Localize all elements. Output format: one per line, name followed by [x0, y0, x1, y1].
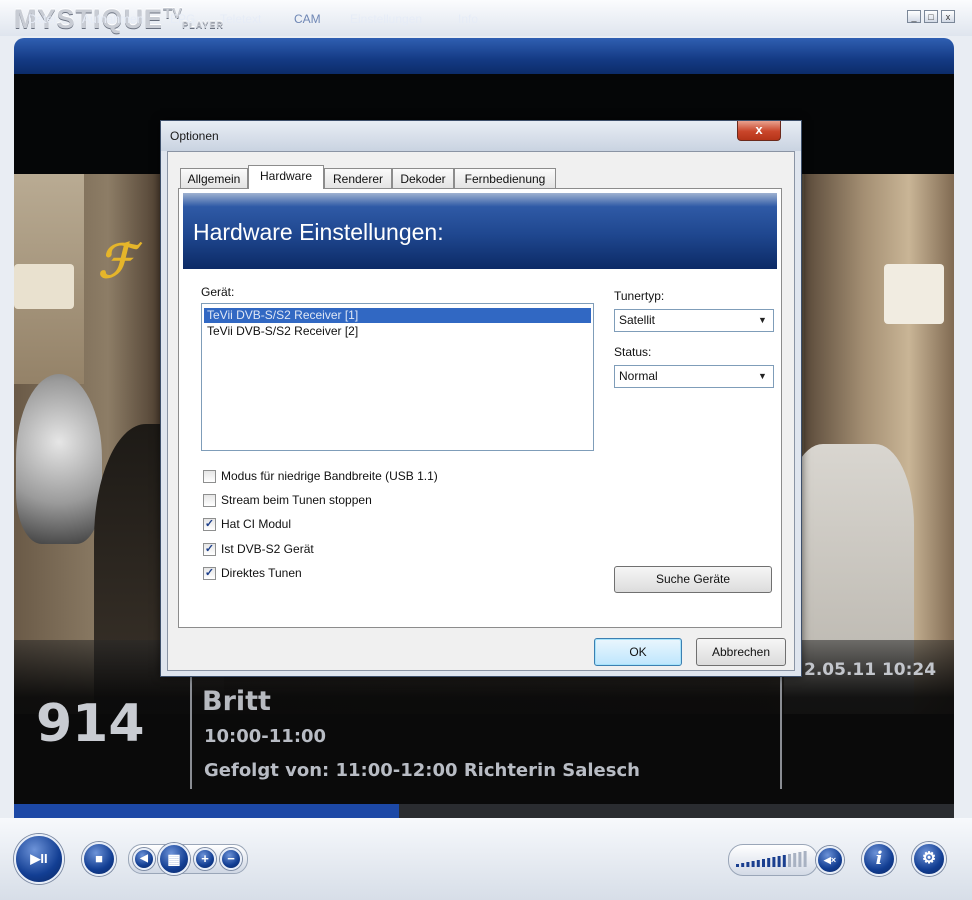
guide-button[interactable]: ▦ [158, 843, 190, 875]
osd-program-title: Britt [202, 686, 271, 717]
play-pause-button[interactable]: ▶II [14, 834, 64, 884]
osd-datetime: 2.05.11 10:24 [804, 660, 937, 680]
volume-bar [762, 859, 765, 867]
tuner-type-select[interactable]: Satellit ▼ [614, 309, 774, 332]
checkbox-dvb-s2-label: Ist DVB-S2 Gerät [221, 542, 314, 556]
settings-banner: Hardware Einstellungen: [183, 193, 777, 269]
menu-item-teletext[interactable]: Teletext [220, 12, 261, 26]
volume-level-bars[interactable] [736, 850, 812, 868]
minimize-button[interactable]: _ [907, 10, 921, 23]
checkbox-stop-stream[interactable] [203, 494, 216, 507]
menu-item-aufnahmen[interactable]: Aufnahmen [82, 12, 143, 26]
volume-bar [751, 861, 755, 867]
device-list-item[interactable]: TeVii DVB-S/S2 Receiver [1] [204, 308, 591, 323]
video-vase [16, 374, 102, 544]
menu-item-epg[interactable]: EPG [170, 12, 195, 26]
checkbox-stop-stream-label: Stream beim Tunen stoppen [221, 493, 372, 507]
volume-bar [736, 864, 739, 867]
search-devices-button[interactable]: Suche Geräte [614, 566, 772, 593]
menu-item-einstellungen[interactable]: Einstellungen [350, 12, 422, 26]
stop-button[interactable]: ■ [82, 842, 116, 876]
mute-button[interactable]: ◀× [816, 846, 844, 874]
cancel-button[interactable]: Abbrechen [696, 638, 786, 666]
volume-bar [746, 862, 750, 867]
banner-title: Hardware Einstellungen: [193, 219, 444, 245]
hardware-tab-panel: Hardware Einstellungen: Gerät: TeVii DVB… [178, 188, 782, 628]
status-select[interactable]: Normal ▼ [614, 365, 774, 388]
channel-plus-button[interactable]: + [194, 848, 216, 870]
dialog-titlebar[interactable] [161, 121, 801, 151]
checkbox-direct-tuning-label: Direktes Tunen [221, 566, 302, 580]
volume-bar [767, 858, 771, 867]
settings-button[interactable]: ⚙ [912, 842, 946, 876]
dialog-body: Allgemein Hardware Renderer Dekoder Fern… [167, 151, 795, 671]
progress-fill [14, 804, 399, 818]
checkbox-ci-module[interactable]: ✓ [203, 518, 216, 531]
checkbox-dvb-s2[interactable]: ✓ [203, 543, 216, 556]
status-label: Status: [614, 345, 652, 359]
tuner-type-label: Tunertyp: [614, 289, 665, 303]
checkbox-ci-module-label: Hat CI Modul [221, 517, 292, 531]
tab-fernbedienung[interactable]: Fernbedienung [454, 168, 556, 188]
checkbox-direct-tuning[interactable]: ✓ [203, 567, 216, 580]
checkbox-low-bandwidth-label: Modus für niedrige Bandbreite (USB 1.1) [221, 469, 438, 483]
menu-bar [14, 38, 954, 74]
tuner-type-value: Satellit [619, 313, 656, 327]
menu-item-cam: CAM [294, 12, 321, 26]
tab-renderer[interactable]: Renderer [324, 168, 392, 188]
channel-minus-button[interactable]: − [220, 848, 242, 870]
volume-bar [798, 852, 802, 867]
tab-dekoder[interactable]: Dekoder [392, 168, 454, 188]
volume-bar [756, 860, 760, 867]
osd-next-program: Gefolgt von: 11:00-12:00 Richterin Sales… [204, 760, 640, 781]
volume-bar [772, 857, 776, 867]
osd-divider-right [780, 674, 782, 789]
osd-program-time: 10:00-11:00 [204, 726, 327, 747]
menu-item-datei[interactable]: Datei [28, 12, 56, 26]
volume-bar [803, 851, 807, 867]
volume-bar [788, 854, 791, 867]
previous-channel-button[interactable]: ◀ [133, 848, 155, 870]
device-label: Gerät: [201, 285, 235, 299]
chevron-down-icon: ▼ [758, 371, 767, 381]
status-value: Normal [619, 369, 658, 383]
volume-bar [793, 853, 797, 867]
osd-divider-left [190, 674, 192, 789]
menu-item-info[interactable]: Info [458, 12, 478, 26]
close-window-button[interactable]: x [941, 10, 955, 23]
chevron-down-icon: ▼ [758, 315, 767, 325]
video-lamp-left [14, 264, 74, 309]
video-logo-mark: ℱ [98, 234, 135, 288]
info-button[interactable]: i [862, 842, 896, 876]
volume-bar [741, 863, 745, 867]
tab-allgemein[interactable]: Allgemein [180, 168, 248, 188]
volume-bar [777, 856, 781, 867]
dialog-title: Optionen [170, 129, 219, 143]
checkbox-low-bandwidth[interactable] [203, 470, 216, 483]
osd-channel-number: 914 [36, 694, 145, 754]
ok-button[interactable]: OK [594, 638, 682, 666]
volume-bar [782, 855, 786, 867]
maximize-button[interactable]: □ [924, 10, 938, 23]
device-list-item[interactable]: TeVii DVB-S/S2 Receiver [2] [204, 324, 591, 339]
dialog-close-button[interactable]: x [737, 121, 781, 141]
device-list[interactable]: TeVii DVB-S/S2 Receiver [1] TeVii DVB-S/… [201, 303, 594, 451]
tab-hardware[interactable]: Hardware [248, 165, 324, 189]
video-lamp-right [884, 264, 944, 324]
options-dialog: Optionen x Allgemein Hardware Renderer D… [160, 120, 802, 677]
